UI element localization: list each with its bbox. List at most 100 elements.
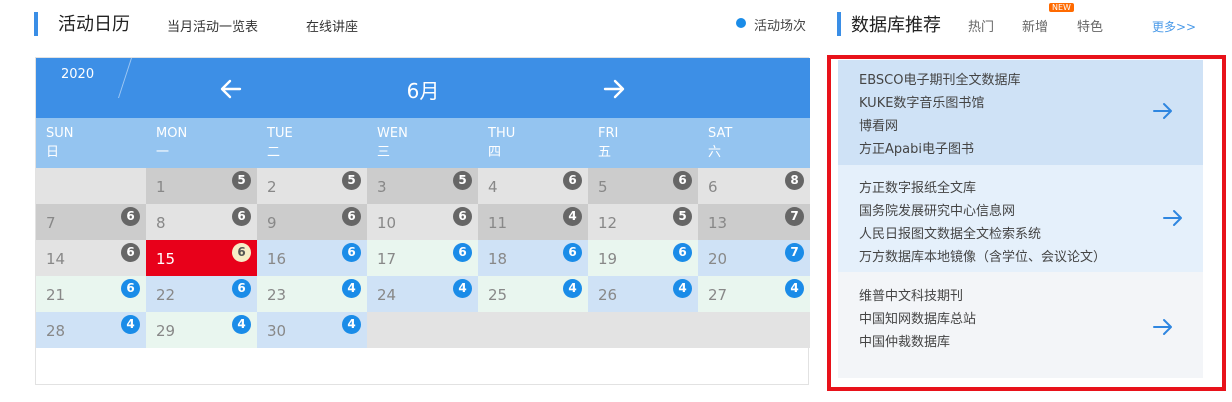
activity-count-badge: 6 [121,207,140,226]
activity-count-badge: 4 [342,279,361,298]
day-cell[interactable]: 11 4 [478,204,588,240]
activity-count-badge: 6 [232,279,251,298]
day-cell[interactable]: 23 4 [257,276,367,312]
day-cell[interactable]: 15 [146,168,257,204]
day-cell[interactable]: 13 7 [698,204,810,240]
day-number: 23 [267,286,287,304]
prev-month-button[interactable] [218,76,244,102]
day-number: 1 [156,178,166,196]
day-cell[interactable]: 27 4 [698,276,810,312]
next-month-button[interactable] [601,76,627,102]
day-cell-today[interactable]: 15 6 [146,240,257,276]
day-cell[interactable]: 29 4 [146,312,257,348]
arrow-right-icon [603,79,625,99]
legend-label: 活动场次 [754,19,807,34]
day-number: 10 [377,214,397,232]
arrow-left-icon [220,79,242,99]
calendar-month: 6月 [406,79,440,103]
activity-count-badge: 4 [232,315,251,334]
day-number: 15 [156,250,176,268]
day-cell[interactable]: 25 4 [478,276,588,312]
day-number: 2 [267,178,277,196]
day-number: 19 [598,250,618,268]
tab-new[interactable]: 新增 [1022,16,1048,35]
weekday-fri: FRI 五 [598,126,619,160]
section-accent-bar [837,12,841,36]
day-number: 8 [156,214,166,232]
day-cell[interactable]: 56 [588,168,698,204]
day-cell[interactable]: 46 [478,168,588,204]
day-cell[interactable]: 18 6 [478,240,588,276]
day-cell[interactable]: 25 [257,168,367,204]
day-number: 20 [708,250,728,268]
day-cell[interactable]: 22 6 [146,276,257,312]
more-link[interactable]: 更多>> [1152,18,1196,35]
activity-count-badge: 4 [453,279,472,298]
day-cell[interactable]: 17 6 [367,240,478,276]
weekday-sat: SAT 六 [708,126,733,160]
activity-count-badge: 5 [232,171,251,190]
online-lectures-link[interactable]: 在线讲座 [306,16,358,35]
calendar-month-bar: 2020 6月 [36,58,810,118]
day-cell[interactable]: 68 [698,168,810,204]
activity-count-badge: 4 [673,279,692,298]
day-cell[interactable]: 24 4 [367,276,478,312]
day-number: 13 [708,214,728,232]
day-number: 9 [267,214,277,232]
activity-count-badge: 4 [563,279,582,298]
day-cell[interactable]: 14 6 [36,240,146,276]
day-number: 3 [377,178,387,196]
activity-count-badge: 4 [563,207,582,226]
section-title: 活动日历 [58,14,130,35]
day-cell[interactable]: 86 [146,204,257,240]
day-number: 11 [488,214,508,232]
activity-calendar: 2020 6月 SUN 日 MON 一 TUE 二 WEN 三 THU 四 FRI 五 SA… [35,57,810,385]
day-number: 27 [708,286,728,304]
day-cell[interactable]: 28 4 [36,312,146,348]
new-badge: NEW [1049,3,1074,12]
day-cell[interactable]: 21 6 [36,276,146,312]
day-cell[interactable]: 35 [367,168,478,204]
day-number: 16 [267,250,287,268]
day-number: 28 [46,322,66,340]
monthly-activities-link[interactable]: 当月活动一览表 [167,16,258,35]
day-cell[interactable]: 12 5 [588,204,698,240]
day-number: 24 [377,286,397,304]
day-cell[interactable]: 20 7 [698,240,810,276]
day-number: 22 [156,286,176,304]
day-cell[interactable]: 19 6 [588,240,698,276]
day-number: 30 [267,322,287,340]
activity-count-badge: 4 [121,315,140,334]
activity-count-badge: 6 [563,243,582,262]
activity-count-badge: 4 [342,315,361,334]
day-cell[interactable]: 30 4 [257,312,367,348]
database-header: 数据库推荐 热门 新增 NEW 特色 更多>> [837,3,1217,42]
day-number: 25 [488,286,508,304]
activity-count-badge: 5 [453,171,472,190]
day-number: 4 [488,178,498,196]
activity-count-badge: 7 [785,207,804,226]
activity-count-badge: 6 [121,243,140,262]
day-number: 21 [46,286,66,304]
day-cell[interactable]: 76 [36,204,146,240]
activity-count-badge: 4 [785,279,804,298]
activity-count-badge: 5 [342,171,361,190]
day-cell[interactable]: 10 6 [367,204,478,240]
calendar-year: 2020 [61,67,95,82]
activity-count-badge: 6 [232,207,251,226]
activity-count-badge: 6 [342,207,361,226]
day-cell[interactable]: 16 6 [257,240,367,276]
activity-count-badge: 7 [785,243,804,262]
activity-count-badge: 8 [785,171,804,190]
divider [118,58,132,98]
weekday-wed: WEN 三 [377,126,408,160]
empty-day-cell [367,312,810,348]
tab-featured[interactable]: 特色 [1077,16,1103,35]
day-number: 14 [46,250,66,268]
activity-count-badge: 6 [121,279,140,298]
day-cell[interactable]: 96 [257,204,367,240]
activity-count-badge: 6 [232,243,251,262]
day-cell[interactable]: 26 4 [588,276,698,312]
tab-hot[interactable]: 热门 [968,16,994,35]
activity-count-badge: 6 [673,243,692,262]
